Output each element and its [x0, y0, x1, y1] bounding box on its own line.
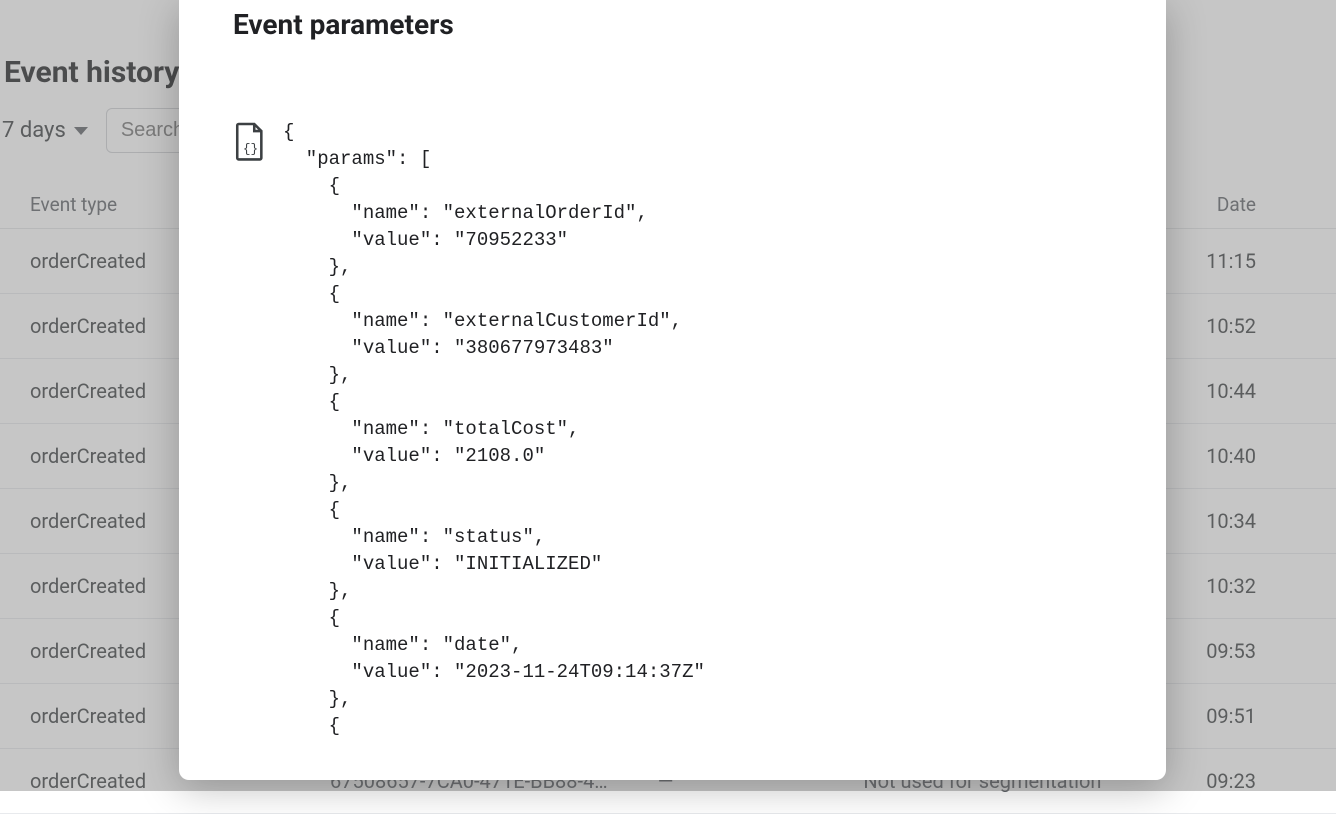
- json-code-block[interactable]: { "params": [ { "name": "externalOrderId…: [283, 119, 705, 740]
- svg-text:{}: {}: [243, 141, 258, 156]
- json-file-icon: {}: [233, 119, 283, 740]
- modal-title: Event parameters: [179, 4, 1166, 41]
- event-parameters-modal: Event parameters {} { "params": [ { "nam…: [179, 0, 1166, 780]
- modal-body: {} { "params": [ { "name": "externalOrde…: [179, 41, 1166, 740]
